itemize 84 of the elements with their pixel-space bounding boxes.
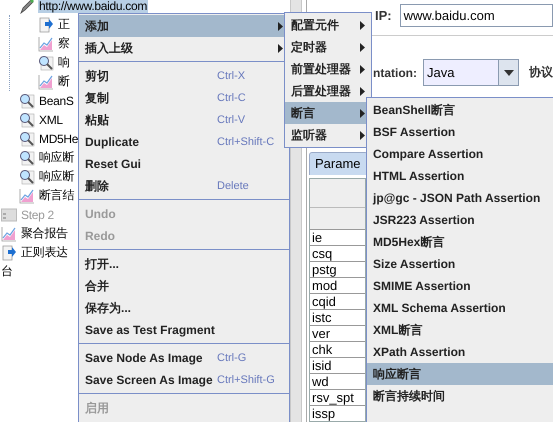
table-cell: istc (310, 309, 365, 325)
menu-item[interactable]: SMIME Assertion (367, 275, 553, 297)
tree-item[interactable]: 正则表达 (20, 244, 69, 261)
menu-item[interactable]: XML Schema Assertion (367, 297, 553, 319)
submenu-arrow-icon (360, 86, 365, 96)
shortcut-label: Ctrl+Shift-C (217, 136, 276, 148)
tree-item[interactable]: 响 (57, 54, 71, 71)
menu-item[interactable]: Save as Test Fragment (79, 319, 289, 341)
menu-item[interactable]: 后置处理器 (285, 80, 371, 102)
menu-item[interactable]: Save Screen As Image Ctrl+Shift-G (79, 369, 289, 391)
table-cell: cqid (310, 293, 365, 309)
pencil-icon (19, 0, 35, 14)
menu-item[interactable]: jp@gc - JSON Path Assertion (367, 187, 553, 209)
menu-item[interactable]: XML断言 (367, 319, 553, 341)
tree-item[interactable]: XML (38, 112, 64, 126)
submenu-arrow-icon (278, 44, 283, 52)
shortcut-label: Ctrl-V (217, 114, 246, 126)
submenu-arrow-icon (360, 64, 365, 74)
tree-item[interactable]: 断 (57, 73, 71, 90)
magnifier-icon (19, 130, 35, 146)
menu-item[interactable]: Size Assertion (367, 253, 553, 275)
shortcut-label: Delete (217, 180, 250, 192)
menu-item[interactable]: 打开... (79, 253, 289, 275)
submenu-arrow-icon (360, 108, 365, 118)
magnifier-icon (19, 112, 35, 128)
submenu-arrow-icon (360, 20, 365, 30)
tree-item[interactable]: 察 (57, 35, 71, 52)
menu-item[interactable]: 定时器 (285, 36, 371, 58)
table-cell: mod (310, 277, 365, 293)
magnifier-icon (19, 92, 35, 108)
submenu-arrow-icon (360, 130, 365, 140)
menu-item[interactable]: Reset Gui (79, 153, 289, 175)
chart-icon (38, 36, 54, 52)
table-cell: csq (310, 245, 365, 261)
submenu-arrow-icon (360, 42, 365, 52)
shortcut-label: Ctrl-X (217, 70, 246, 82)
menu-item[interactable]: XPath Assertion (367, 341, 553, 363)
menu-item[interactable]: HTML Assertion (367, 165, 553, 187)
table-cell: isid (310, 357, 365, 373)
tree-item[interactable]: 响应断 (38, 168, 76, 185)
tree-item[interactable]: 台 (0, 263, 14, 280)
menu-item[interactable]: 前置处理器 (285, 58, 371, 80)
implementation-dropdown[interactable]: Java (423, 59, 519, 86)
table-cell: rsv_spt (310, 389, 365, 405)
menu-item[interactable]: 保存为... (79, 297, 289, 319)
panel-icon (1, 206, 17, 222)
menu-item[interactable]: MD5Hex断言 (367, 231, 553, 253)
tree-item[interactable]: BeanS (38, 94, 75, 108)
caret-icon (504, 70, 514, 76)
magnifier-icon (19, 168, 35, 184)
menu-item[interactable]: 断言持续时间 (367, 385, 553, 407)
menu-item[interactable]: JSR223 Assertion (367, 209, 553, 231)
table-cell: issp (310, 405, 365, 421)
table-cell: wd (310, 373, 365, 389)
chart-icon (38, 74, 54, 90)
field-label: IP: (375, 8, 392, 23)
table-cell: ver (310, 325, 365, 341)
field-label: ntation: (373, 66, 417, 80)
menu-item[interactable]: 响应断言 (367, 363, 553, 385)
menu-item[interactable]: 删除 Delete (79, 175, 289, 197)
server-field[interactable]: www.baidu.com (400, 4, 553, 27)
chart-icon (19, 188, 35, 204)
menu-item[interactable]: Save Node As Image Ctrl-G (79, 347, 289, 369)
magnifier-icon (19, 150, 35, 166)
tree-item[interactable]: 断言结 (38, 187, 76, 204)
tree-item[interactable]: http://www.baidu.com (38, 0, 148, 12)
magnifier-icon (38, 54, 54, 70)
tree-item[interactable]: 正 (57, 16, 71, 33)
table-cell: pstg (310, 261, 365, 277)
tree-item[interactable]: 响应断 (38, 149, 76, 166)
page-arrow-icon (38, 16, 54, 32)
tree-item[interactable]: 聚合报告 (20, 225, 69, 242)
shortcut-label: Ctrl+Shift-G (217, 374, 276, 386)
menu-item[interactable]: 合并 (79, 275, 289, 297)
tree-item[interactable]: MD5He (38, 132, 80, 146)
table-cell: chk (310, 341, 365, 357)
shortcut-label: Ctrl-C (217, 92, 247, 104)
field-label: 协议 (529, 64, 553, 81)
parameters-tab[interactable]: Parame (309, 152, 368, 175)
table-cell: ie (310, 229, 365, 245)
shortcut-label: Ctrl-G (217, 352, 248, 364)
submenu-arrow-icon (278, 22, 283, 30)
menu-item[interactable]: Compare Assertion (367, 143, 553, 165)
chart-icon (1, 226, 17, 242)
